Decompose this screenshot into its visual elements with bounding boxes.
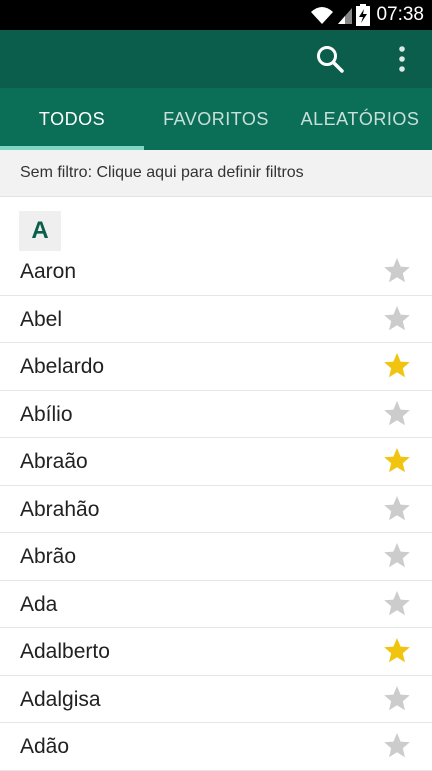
tab-label: FAVORITOS — [163, 108, 269, 129]
name-label: Adalberto — [20, 640, 110, 663]
star-outline-icon[interactable] — [382, 494, 412, 524]
star-outline-icon[interactable] — [382, 684, 412, 714]
name-list: Aaron Abel Abelardo Abílio Abraão Abrahão Abrã… — [0, 248, 432, 771]
name-label: Abrão — [20, 545, 77, 568]
search-icon — [317, 46, 344, 73]
star-outline-icon[interactable] — [382, 731, 412, 761]
list-item[interactable]: Ada — [0, 581, 432, 628]
tab-label: ALEATÓRIOS — [300, 108, 420, 129]
star-outline-icon[interactable] — [382, 256, 412, 286]
name-label: Adalgisa — [20, 687, 101, 711]
list-item[interactable]: Abrão — [0, 533, 432, 581]
name-label: Abel — [20, 307, 63, 331]
tab-aleatorios[interactable]: ALEATÓRIOS — [288, 88, 432, 150]
status-bar: 07:38 — [0, 0, 432, 30]
tab-favoritos[interactable]: FAVORITOS — [144, 88, 288, 150]
name-label: Adão — [20, 735, 70, 758]
name-label: Abelardo — [20, 355, 105, 378]
list-item[interactable]: Adão — [0, 723, 432, 771]
star-outline-icon[interactable] — [382, 304, 412, 334]
list-item[interactable]: Adalgisa — [0, 676, 432, 723]
tab-todos[interactable]: TODOS — [0, 88, 144, 150]
status-time: 07:38 — [376, 4, 424, 25]
more-options-button[interactable] — [388, 41, 416, 77]
status-icons — [310, 4, 370, 26]
filter-bar[interactable]: Sem filtro: Clique aqui para definir fil… — [0, 150, 432, 197]
tab-bar: TODOS FAVORITOS ALEATÓRIOS — [0, 88, 432, 150]
star-filled-icon[interactable] — [382, 446, 412, 476]
wifi-icon — [311, 7, 333, 24]
name-label: Abílio — [20, 402, 73, 426]
star-outline-icon[interactable] — [382, 399, 412, 429]
list-item[interactable]: Abílio — [0, 391, 432, 438]
name-label: Abrahão — [20, 497, 100, 521]
app-bar — [0, 30, 432, 88]
star-outline-icon[interactable] — [382, 541, 412, 571]
more-vert-icon — [399, 46, 405, 72]
list-item[interactable]: Abraão — [0, 438, 432, 486]
list-item[interactable]: Adalberto — [0, 628, 432, 676]
signal-icon — [338, 8, 352, 24]
star-outline-icon[interactable] — [382, 589, 412, 619]
name-label: Ada — [20, 592, 58, 616]
name-label: Aaron — [20, 260, 77, 283]
list-item[interactable]: Abelardo — [0, 343, 432, 391]
search-button[interactable] — [312, 41, 348, 77]
name-label: Abraão — [20, 450, 88, 473]
section-letter: A — [19, 211, 61, 251]
list-item[interactable]: Aaron — [0, 248, 432, 296]
list-item[interactable]: Abrahão — [0, 486, 432, 533]
battery-charging-icon — [356, 4, 370, 26]
list-item[interactable]: Abel — [0, 296, 432, 343]
tab-label: TODOS — [38, 108, 106, 129]
filter-text: Sem filtro: Clique aqui para definir fil… — [20, 164, 304, 181]
star-filled-icon[interactable] — [382, 636, 412, 666]
star-filled-icon[interactable] — [382, 351, 412, 381]
